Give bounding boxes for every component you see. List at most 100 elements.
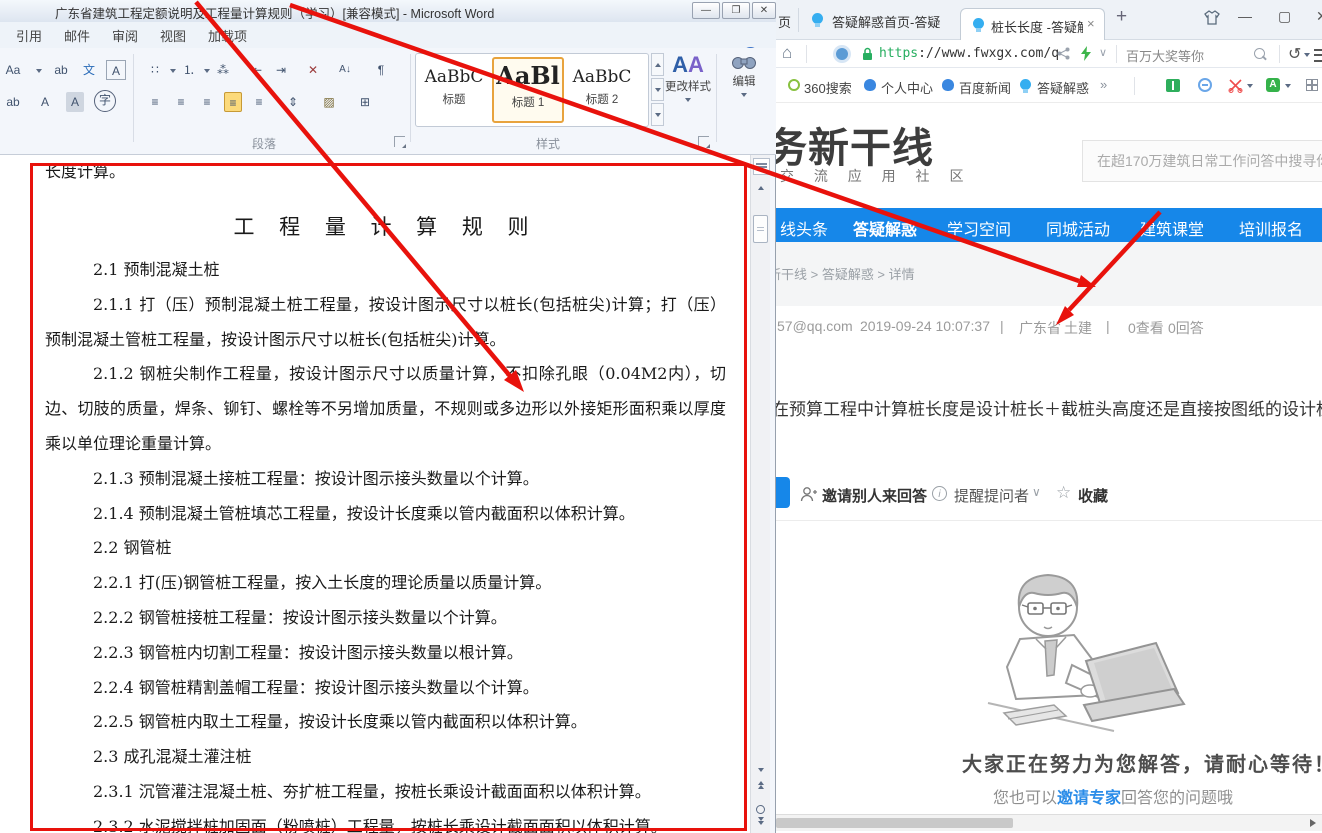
view-ruler-icon[interactable] [753, 158, 770, 175]
phonetic-guide-icon[interactable]: ab [52, 60, 70, 80]
word-close-button[interactable]: ✕ [752, 2, 776, 19]
scroll-down-icon[interactable] [753, 761, 768, 776]
asian-char-icon[interactable]: 文 [80, 60, 98, 80]
word-title-bar[interactable]: 广东省建筑工程定额说明及工程量计算规则（学习）[兼容模式] - Microsof… [0, 0, 776, 23]
previous-page-icon[interactable] [753, 781, 768, 796]
font-size-icon[interactable]: Aa [4, 60, 22, 80]
numbering-icon[interactable]: ⒈ [180, 60, 198, 80]
fav-item-baidu-news[interactable]: 百度新闻 [959, 78, 1011, 97]
shading-icon[interactable]: ▨ [320, 92, 338, 112]
remind-asker-button[interactable]: 提醒提问者 [954, 485, 1029, 506]
distribute-icon[interactable]: ≡ [250, 92, 268, 112]
asian-layout-icon[interactable]: ✕ [304, 60, 322, 80]
change-case-dropdown-icon[interactable] [30, 60, 48, 80]
word-document-canvas[interactable]: 长度计算。 工 程 量 计 算 规 则 2.1 预制混凝土桩 2.1.1 打（压… [0, 155, 750, 833]
skin-shirt-icon[interactable] [1204, 10, 1220, 25]
invite-expert-link[interactable]: 邀请专家 [1057, 790, 1121, 807]
word-tab-references[interactable]: 引用 [16, 26, 42, 45]
justify-icon[interactable]: ≡ [224, 92, 242, 112]
browser-maximize-icon[interactable]: ▢ [1278, 8, 1291, 25]
favorite-star-icon[interactable]: ☆ [1056, 483, 1071, 503]
screenshot-scissors-icon[interactable] [1228, 78, 1243, 93]
style-heading2[interactable]: AaBbC 标题 2 [566, 57, 638, 123]
char-shading-icon[interactable]: A [66, 92, 84, 112]
word-tab-mailings[interactable]: 邮件 [64, 26, 90, 45]
show-marks-icon[interactable]: ¶ [372, 60, 390, 80]
align-center-icon[interactable]: ≡ [172, 92, 190, 112]
select-browse-object-icon[interactable] [753, 801, 768, 816]
word-tab-view[interactable]: 视图 [160, 26, 186, 45]
paragraph-dialog-launcher-icon[interactable] [394, 136, 406, 148]
share-icon[interactable] [1057, 47, 1070, 60]
breadcrumb[interactable]: 新干线 > 答疑解惑 > 详情 [776, 264, 915, 283]
nav-headlines[interactable]: 线头条 [780, 216, 828, 240]
nav-courses[interactable]: 建筑课堂 [1140, 216, 1204, 240]
styles-dialog-launcher-icon[interactable] [698, 136, 710, 148]
tab-active-pile-length[interactable]: 桩长长度 -答疑解 × [960, 8, 1105, 40]
fav-more-icon[interactable]: » [1100, 77, 1107, 92]
word-tab-review[interactable]: 审阅 [112, 26, 138, 45]
tab-qa-home[interactable]: 答疑解惑首页-答疑 [832, 12, 950, 31]
word-minimize-button[interactable]: — [692, 2, 720, 19]
bullets-icon[interactable]: ∷ [146, 60, 164, 80]
nav-city-events[interactable]: 同城活动 [1046, 216, 1110, 240]
multilevel-list-icon[interactable]: ⁂ [214, 60, 232, 80]
undo-icon[interactable]: ↺ [1288, 44, 1301, 64]
region-tag[interactable]: 广东省 [1019, 318, 1061, 338]
align-right-icon[interactable]: ≡ [198, 92, 216, 112]
nav-training[interactable]: 培训报名 [1239, 216, 1303, 240]
reading-mode-icon[interactable] [1166, 79, 1180, 92]
hscroll-right-icon[interactable] [1310, 819, 1316, 827]
home-icon[interactable]: ⌂ [782, 43, 792, 63]
style-heading[interactable]: AaBbC 标题 [418, 57, 490, 123]
flash-lightning-icon[interactable] [1081, 46, 1091, 61]
url-text[interactable]: https://www.fwxgx.com/q [879, 46, 1059, 61]
increase-indent-icon[interactable]: ⇥ [272, 60, 290, 80]
browser-minimize-icon[interactable]: — [1238, 8, 1252, 24]
clipped-tab-label[interactable]: 页 [778, 12, 791, 31]
category-tag[interactable]: 土建 [1064, 318, 1092, 338]
translate-icon[interactable]: A [1266, 78, 1280, 92]
fav-item-360search[interactable]: 360搜索 [804, 78, 852, 97]
hscroll-thumb[interactable] [776, 818, 1013, 828]
url-chevron-icon[interactable]: ∨ [1099, 46, 1107, 59]
site-status-icon[interactable] [836, 48, 848, 60]
align-left-icon[interactable]: ≡ [146, 92, 164, 112]
style-heading1-selected[interactable]: AaBl 标题 1 [492, 57, 564, 123]
apps-grid-icon[interactable] [1306, 79, 1318, 91]
search-promo-text[interactable]: 百万大奖等你 [1126, 46, 1204, 65]
word-restore-button[interactable]: ❐ [722, 2, 750, 19]
sort-icon[interactable]: A↓ [336, 60, 354, 80]
new-tab-icon[interactable]: + [1116, 6, 1127, 28]
site-search-input[interactable]: 在超170万建筑日常工作问答中搜寻你的答案 [1082, 140, 1322, 182]
nav-qa-active[interactable]: 答疑解惑 [853, 216, 917, 240]
answer-button-clipped[interactable] [776, 477, 790, 508]
word-tab-addins[interactable]: 加载项 [208, 26, 247, 45]
site-logo[interactable]: 务新干线 [776, 114, 934, 174]
horizontal-scrollbar[interactable] [776, 814, 1322, 831]
fav-item-qa[interactable]: 答疑解惑 [1037, 78, 1089, 97]
invite-answer-button[interactable]: 邀请别人来回答 [822, 485, 927, 506]
search-magnifier-icon[interactable] [1254, 48, 1265, 59]
enclosed-char-icon[interactable]: 字 [94, 90, 116, 112]
favorite-button[interactable]: 收藏 [1078, 485, 1108, 506]
font-color-icon[interactable]: A [36, 92, 54, 112]
tab-close-icon[interactable]: × [1087, 16, 1095, 31]
editing-button[interactable]: 编辑 [722, 52, 766, 138]
decrease-indent-icon[interactable]: ⇤ [248, 60, 266, 80]
remind-chevron-icon[interactable]: ∨ [1032, 485, 1041, 499]
enclose-char-icon[interactable]: A [106, 60, 126, 80]
scroll-up-icon[interactable] [753, 179, 768, 194]
highlight-icon[interactable]: ab [4, 92, 22, 112]
borders-icon[interactable]: ⊞ [356, 92, 374, 112]
next-page-icon[interactable] [753, 817, 768, 832]
menu-icon[interactable] [1314, 49, 1322, 62]
scrollbar-thumb[interactable] [753, 215, 768, 243]
fav-item-personal[interactable]: 个人中心 [881, 78, 933, 97]
line-spacing-icon[interactable]: ⇕ [284, 92, 302, 112]
browser-close-icon[interactable]: ✕ [1316, 8, 1322, 25]
adblock-icon[interactable] [1198, 78, 1212, 92]
word-vertical-scrollbar[interactable] [750, 155, 770, 833]
nav-learning[interactable]: 学习空间 [947, 216, 1011, 240]
change-styles-button[interactable]: AA 更改样式 [662, 52, 714, 138]
